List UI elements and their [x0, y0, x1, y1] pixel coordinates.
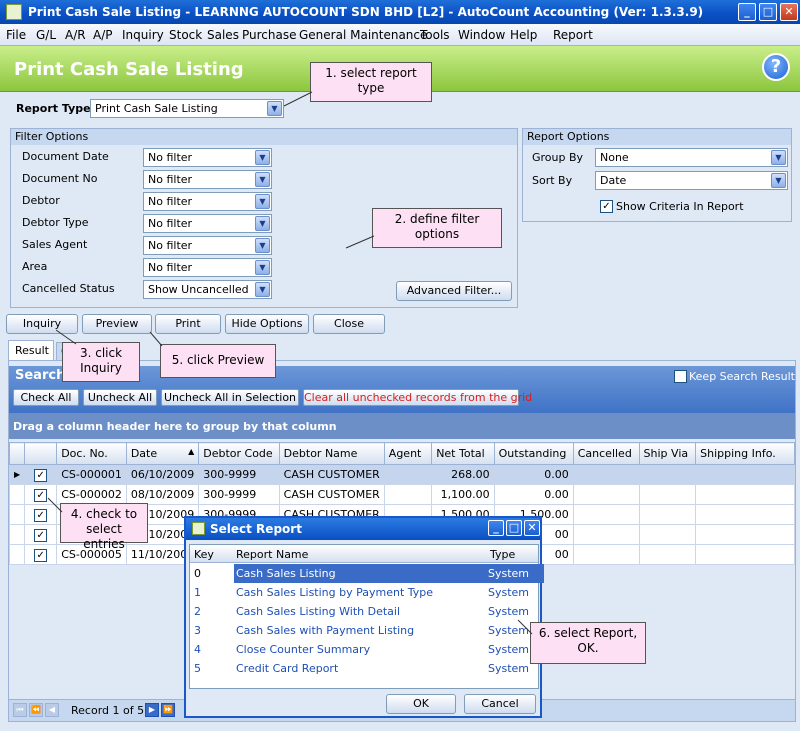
pointer-line — [149, 331, 163, 347]
pointer-line — [345, 235, 375, 249]
pointer-line — [47, 497, 63, 513]
callout-pointers — [47, 91, 533, 635]
pointer-line — [55, 329, 77, 345]
pointer-line — [283, 91, 313, 107]
pointer-line — [517, 619, 533, 635]
